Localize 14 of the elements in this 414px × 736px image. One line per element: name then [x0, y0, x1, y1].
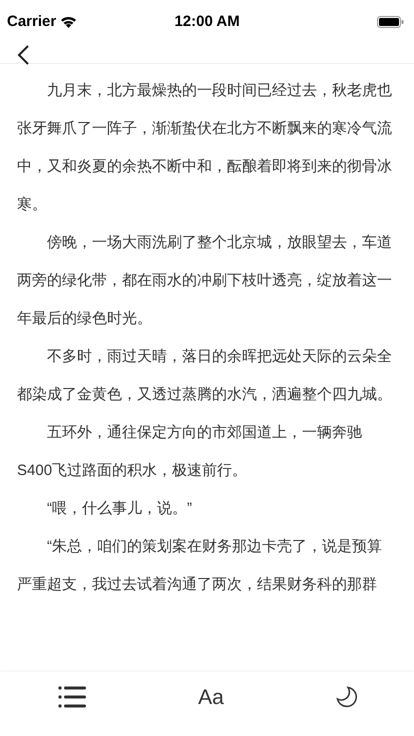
- paragraph: 五环外，通往保定方向的市郊国道上，一辆奔驰S400飞过路面的积水，极速前行。: [17, 423, 363, 481]
- paragraph: 九月末，北方最燥热的一段时间已经过去，秋老虎也张牙舞爪了一阵子，渐渐蛰伏在北方不断飘来的寒冷气流中，又和炎夏的余热不断中和，酝酿着即将到来的彻骨冰寒。: [17, 81, 393, 215]
- back-button[interactable]: [16, 44, 30, 66]
- night-mode-button[interactable]: [336, 686, 358, 708]
- paragraph: 不多时，雨过天晴，落日的余晖把远处天际的云朵全都染成了金黄色，又透过蒸腾的水汽，洒遍整个四九城。: [17, 347, 393, 405]
- paragraph: “朱总，咱们的策划案在财务那边卡壳了，说是预算严重超支，我过去试着沟通了两次，结果财务科的那群: [17, 537, 383, 595]
- clock-time: 12:00 AM: [174, 12, 240, 32]
- paragraph: 傍晚，一场大雨洗刷了整个北京城，放眼望去，车道两旁的绿化带，都在雨水的冲刷下枝叶透亮，绽放着这一年最后的绿色时光。: [17, 233, 393, 329]
- paragraph: “喂，什么事儿，说。”: [46, 499, 193, 519]
- wifi-icon: [60, 16, 78, 28]
- menu-button[interactable]: [58, 686, 86, 708]
- battery-icon: [376, 16, 404, 28]
- font-size-button[interactable]: Aa: [198, 686, 224, 708]
- carrier-label: Carrier: [7, 12, 56, 32]
